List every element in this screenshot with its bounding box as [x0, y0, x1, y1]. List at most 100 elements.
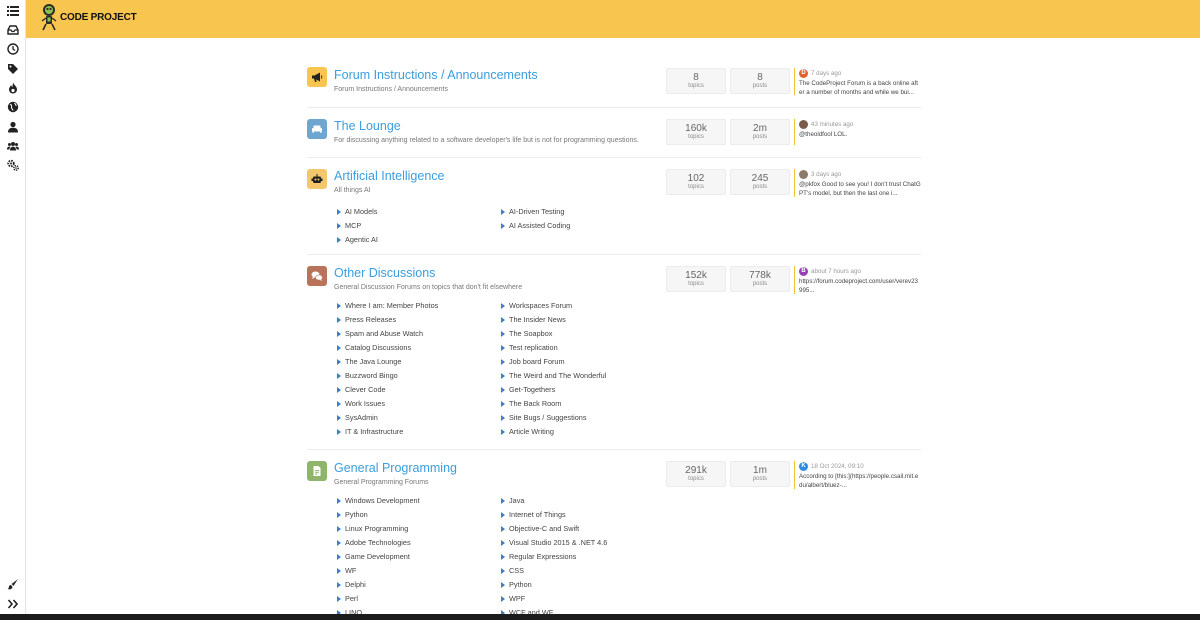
category-forum-instructions: Forum Instructions / Announcements Forum…	[307, 52, 921, 108]
subforum-link[interactable]: Catalog Discussions	[337, 341, 438, 355]
subforum-list-right: AI-Driven Testing AI Assisted Coding	[501, 205, 570, 233]
teaser-text[interactable]: According to [this:](https://people.csai…	[799, 472, 921, 490]
subforum-link[interactable]: Linux Programming	[337, 522, 420, 536]
site-logo[interactable]: CODE PROJECT	[40, 3, 137, 33]
category-description: For discussing anything related to a sof…	[334, 137, 639, 144]
subforum-link[interactable]: Where I am: Member Photos	[337, 299, 438, 313]
tags-icon[interactable]	[7, 63, 19, 75]
fire-icon[interactable]	[7, 82, 19, 94]
robot-icon	[307, 169, 327, 189]
posts-count: 8	[757, 72, 763, 83]
teaser-text[interactable]: https://forum.codeproject.com/user/verev…	[799, 277, 921, 295]
topics-label: topics	[688, 476, 704, 482]
topics-stat: 152k topics	[666, 266, 726, 292]
teaser-time[interactable]: 7 days ago	[811, 70, 841, 77]
subforum-link[interactable]: Agentic AI	[337, 233, 378, 247]
teaser-time[interactable]: about 7 hours ago	[811, 268, 861, 275]
topics-stat: 8 topics	[666, 68, 726, 94]
subforum-link[interactable]: Python	[337, 508, 420, 522]
subforum-link[interactable]: The Java Lounge	[337, 355, 438, 369]
subforum-link[interactable]: AI Models	[337, 205, 378, 219]
subforum-link[interactable]: Perl	[337, 592, 420, 606]
subforum-link[interactable]: Test replication	[501, 341, 606, 355]
subforum-link[interactable]: Spam and Abuse Watch	[337, 327, 438, 341]
posts-stat: 2m posts	[730, 119, 790, 145]
latest-post-teaser[interactable]: K 18 Oct 2024, 09:10 According to [this:…	[794, 461, 921, 489]
subforum-link[interactable]: AI Assisted Coding	[501, 219, 570, 233]
subforum-list-right: Java Internet of Things Objective-C and …	[501, 494, 607, 620]
subforum-link[interactable]: Game Development	[337, 550, 420, 564]
avatar[interactable]: D	[799, 68, 808, 78]
avatar[interactable]: B	[799, 266, 808, 276]
category-other-discussions: Other Discussions General Discussion For…	[307, 255, 921, 450]
subforum-link[interactable]: Site Bugs / Suggestions	[501, 411, 606, 425]
posts-label: posts	[752, 184, 768, 190]
latest-post-teaser[interactable]: B about 7 hours ago https://forum.codepr…	[794, 266, 921, 294]
brush-icon[interactable]	[7, 578, 19, 590]
subforum-link[interactable]: SysAdmin	[337, 411, 438, 425]
subforum-link[interactable]: Press Releases	[337, 313, 438, 327]
subforum-link[interactable]: Get-Togethers	[501, 383, 606, 397]
code-file-icon	[307, 461, 327, 481]
subforum-link[interactable]: Article Writing	[501, 425, 606, 439]
subforum-link[interactable]: Workspaces Forum	[501, 299, 606, 313]
teaser-text[interactable]: @pkfox Good to see you! I don't trust Ch…	[799, 180, 921, 198]
subforum-link[interactable]: Java	[501, 494, 607, 508]
subforum-link[interactable]: Regular Expressions	[501, 550, 607, 564]
category-title[interactable]: Other Discussions	[334, 266, 435, 280]
users-icon[interactable]	[7, 140, 19, 152]
category-title[interactable]: The Lounge	[334, 119, 401, 133]
subforum-link[interactable]: Python	[501, 578, 607, 592]
subforum-link[interactable]: AI-Driven Testing	[501, 205, 570, 219]
subforum-link[interactable]: Delphi	[337, 578, 420, 592]
posts-label: posts	[752, 281, 768, 287]
category-title[interactable]: General Programming	[334, 461, 457, 475]
clock-icon[interactable]	[7, 43, 19, 55]
subforum-link[interactable]: Buzzword Bingo	[337, 369, 438, 383]
subforum-link[interactable]: The Back Room	[501, 397, 606, 411]
category-description: All things AI	[334, 187, 371, 194]
subforum-link[interactable]: The Insider News	[501, 313, 606, 327]
subforum-link[interactable]: MCP	[337, 219, 378, 233]
subforum-link[interactable]: Internet of Things	[501, 508, 607, 522]
globe-icon[interactable]	[7, 101, 19, 113]
latest-post-teaser[interactable]: 3 days ago @pkfox Good to see you! I don…	[794, 169, 921, 197]
subforum-link[interactable]: Clever Code	[337, 383, 438, 397]
subforum-link[interactable]: Windows Development	[337, 494, 420, 508]
subforum-link[interactable]: Visual Studio 2015 & .NET 4.6	[501, 536, 607, 550]
cogs-icon[interactable]	[7, 159, 19, 171]
bottom-bar	[0, 614, 1200, 620]
subforum-link[interactable]: CSS	[501, 564, 607, 578]
avatar[interactable]	[799, 119, 808, 129]
posts-stat: 1m posts	[730, 461, 790, 487]
posts-stat: 778k posts	[730, 266, 790, 292]
teaser-time[interactable]: 3 days ago	[811, 171, 841, 178]
expand-icon[interactable]	[7, 598, 19, 610]
latest-post-teaser[interactable]: 43 minutes ago @theoldfool LOL.	[794, 119, 921, 145]
category-title[interactable]: Artificial Intelligence	[334, 169, 444, 183]
latest-post-teaser[interactable]: D 7 days ago The CodeProject Forum is a …	[794, 68, 921, 97]
subforum-link[interactable]: IT & Infrastructure	[337, 425, 438, 439]
posts-label: posts	[752, 476, 768, 482]
inbox-icon[interactable]	[7, 24, 19, 36]
subforum-link[interactable]: Adobe Technologies	[337, 536, 420, 550]
category-title[interactable]: Forum Instructions / Announcements	[334, 68, 538, 82]
avatar[interactable]: K	[799, 461, 808, 471]
avatar[interactable]	[799, 169, 808, 179]
subforum-link[interactable]: Work Issues	[337, 397, 438, 411]
teaser-time[interactable]: 18 Oct 2024, 09:10	[811, 463, 864, 470]
subforum-list-left: AI Models MCP Agentic AI	[337, 205, 378, 247]
teaser-time[interactable]: 43 minutes ago	[811, 121, 853, 128]
subforum-link[interactable]: WF	[337, 564, 420, 578]
teaser-text[interactable]: @theoldfool LOL.	[799, 130, 921, 139]
subforum-link[interactable]: Objective-C and Swift	[501, 522, 607, 536]
subforum-link[interactable]: The Soapbox	[501, 327, 606, 341]
category-the-lounge: The Lounge For discussing anything relat…	[307, 108, 921, 158]
topics-count: 152k	[685, 270, 707, 281]
user-icon[interactable]	[7, 121, 19, 133]
teaser-text[interactable]: The CodeProject Forum is a back online a…	[799, 79, 921, 97]
subforum-link[interactable]: The Weird and The Wonderful	[501, 369, 606, 383]
subforum-link[interactable]: Job board Forum	[501, 355, 606, 369]
subforum-link[interactable]: WPF	[501, 592, 607, 606]
list-icon[interactable]	[7, 5, 19, 17]
